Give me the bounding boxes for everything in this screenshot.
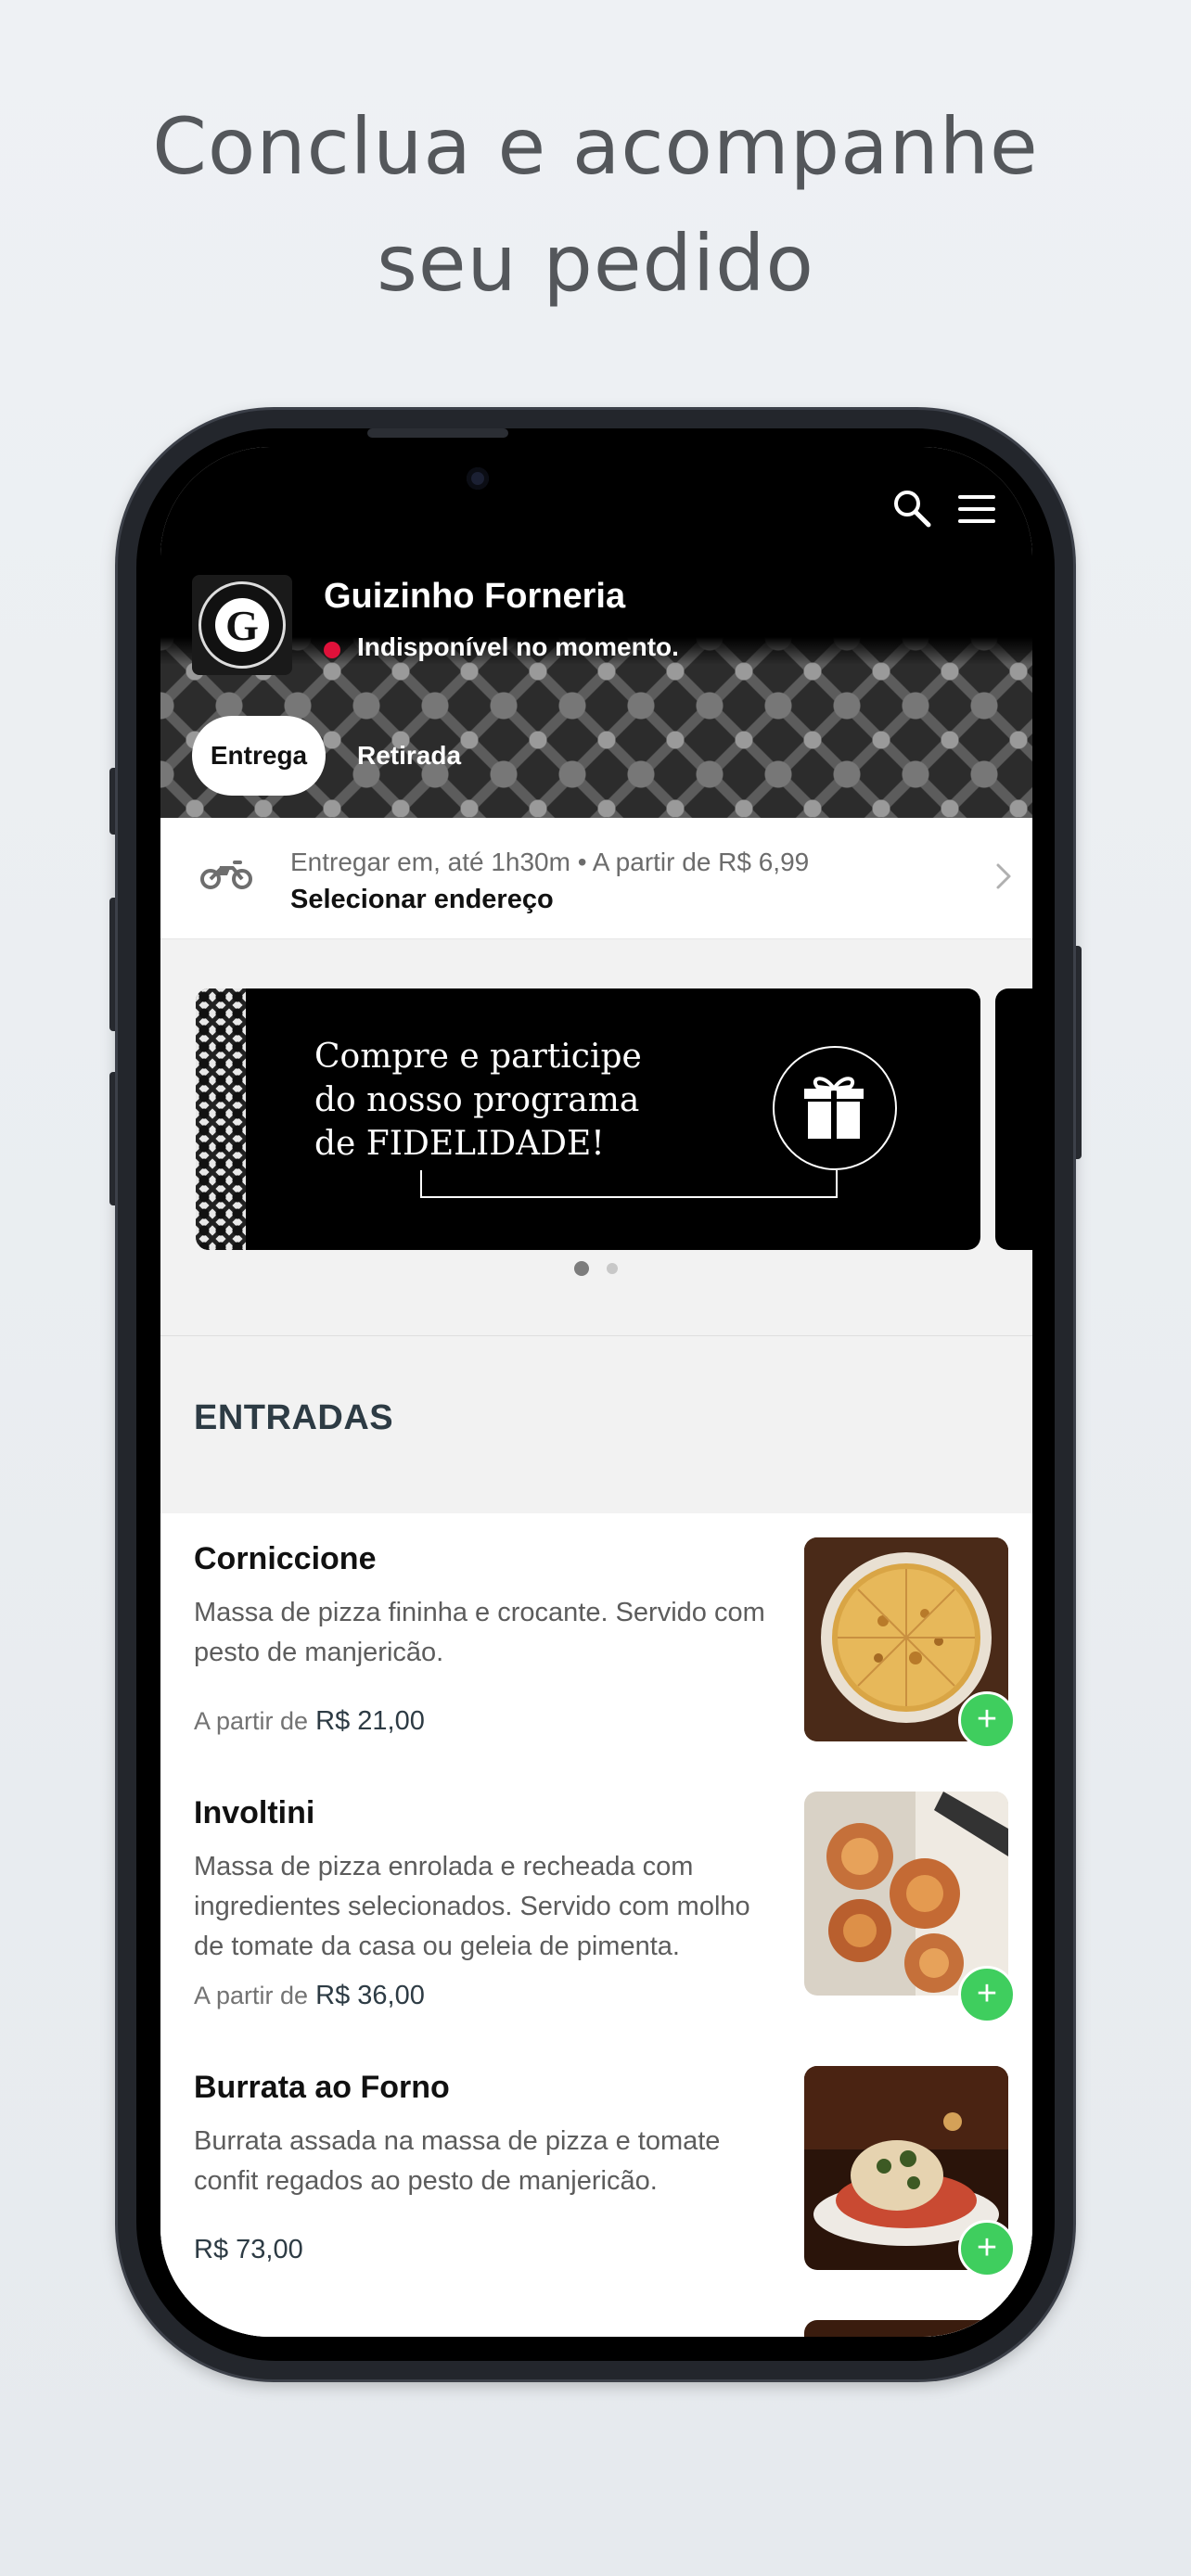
item-price: A partir de R$ 36,00	[194, 1981, 425, 2011]
next-banner-peek[interactable]	[995, 988, 1032, 1250]
item-name: Corniccione	[194, 1541, 377, 1576]
banner-line-2: do nosso programa	[314, 1081, 640, 1119]
gift-icon	[773, 1046, 897, 1170]
banner-line-3: de FIDELIDADE!	[314, 1125, 605, 1163]
add-item-button[interactable]: +	[958, 1691, 1016, 1749]
front-camera	[467, 467, 489, 490]
loyalty-banner[interactable]: Compre e participe do nosso programa de …	[196, 988, 980, 1250]
search-icon[interactable]	[891, 488, 932, 533]
price-prefix: A partir de	[194, 1982, 309, 2009]
headline-line-2: seu pedido	[377, 218, 814, 309]
item-name: Involtini	[194, 1795, 315, 1830]
item-price: A partir de R$ 21,00	[194, 1706, 425, 1737]
store-status: Indisponível no momento.	[357, 632, 679, 661]
list-item[interactable]: Corniccione Massa de pizza fininha e cro…	[160, 1513, 1032, 1768]
price-value: R$ 73,00	[194, 2235, 303, 2264]
delivery-address-row[interactable]: Entregar em, até 1h30m • A partir de R$ …	[160, 818, 1032, 939]
price-prefix: A partir de	[194, 1707, 309, 1735]
menu-item-list: Corniccione Massa de pizza fininha e cro…	[160, 1513, 1032, 2337]
list-item[interactable]	[160, 2296, 1032, 2337]
chevron-right-icon	[995, 862, 1012, 895]
list-item[interactable]: Involtini Massa de pizza enrolada e rech…	[160, 1767, 1032, 2043]
app-screen: G Guizinho Forneria Indisponível no mome…	[160, 447, 1032, 2337]
banner-pattern-strip	[196, 988, 246, 1250]
item-price: R$ 73,00	[194, 2235, 303, 2265]
carousel-dot-active[interactable]	[574, 1261, 589, 1276]
select-address-label: Selecionar endereço	[290, 885, 554, 914]
item-description: Massa de pizza fininha e crocante. Servi…	[194, 1598, 765, 1667]
list-item[interactable]: Burrata ao Forno Burrata assada na massa…	[160, 2042, 1032, 2297]
price-value: R$ 21,00	[315, 1706, 425, 1736]
logo-letter: G	[215, 598, 269, 652]
delivery-info: Entregar em, até 1h30m • A partir de R$ …	[290, 848, 810, 876]
item-description: Massa de pizza enrolada e recheada com i…	[194, 1852, 750, 1961]
item-name: Burrata ao Forno	[194, 2070, 450, 2105]
carousel-dot[interactable]	[607, 1263, 618, 1274]
price-value: R$ 36,00	[315, 1981, 425, 2010]
store-name: Guizinho Forneria	[324, 577, 626, 616]
phone-speaker	[367, 428, 508, 438]
banner-line-1: Compre e participe	[314, 1038, 642, 1076]
tab-retirada[interactable]: Retirada	[344, 716, 474, 796]
tab-entrega[interactable]: Entrega	[192, 716, 326, 796]
item-description: Burrata assada na massa de pizza e tomat…	[194, 2126, 721, 2196]
add-item-button[interactable]: +	[958, 2220, 1016, 2277]
headline-line-1: Conclua e acompanhe	[152, 101, 1039, 192]
power-button	[1072, 946, 1082, 1159]
motorcycle-icon	[199, 855, 253, 897]
add-item-button[interactable]: +	[958, 1966, 1016, 2023]
section-title: ENTRADAS	[194, 1398, 394, 1437]
menu-icon[interactable]	[956, 493, 997, 529]
status-dot-icon	[324, 642, 340, 658]
banner-text: Compre e participe do nosso programa de …	[314, 1035, 642, 1166]
item-image	[804, 2320, 1008, 2337]
promo-headline: Conclua e acompanhe seu pedido	[0, 88, 1191, 322]
item-image	[804, 1792, 1008, 1996]
store-logo: G	[192, 575, 292, 675]
